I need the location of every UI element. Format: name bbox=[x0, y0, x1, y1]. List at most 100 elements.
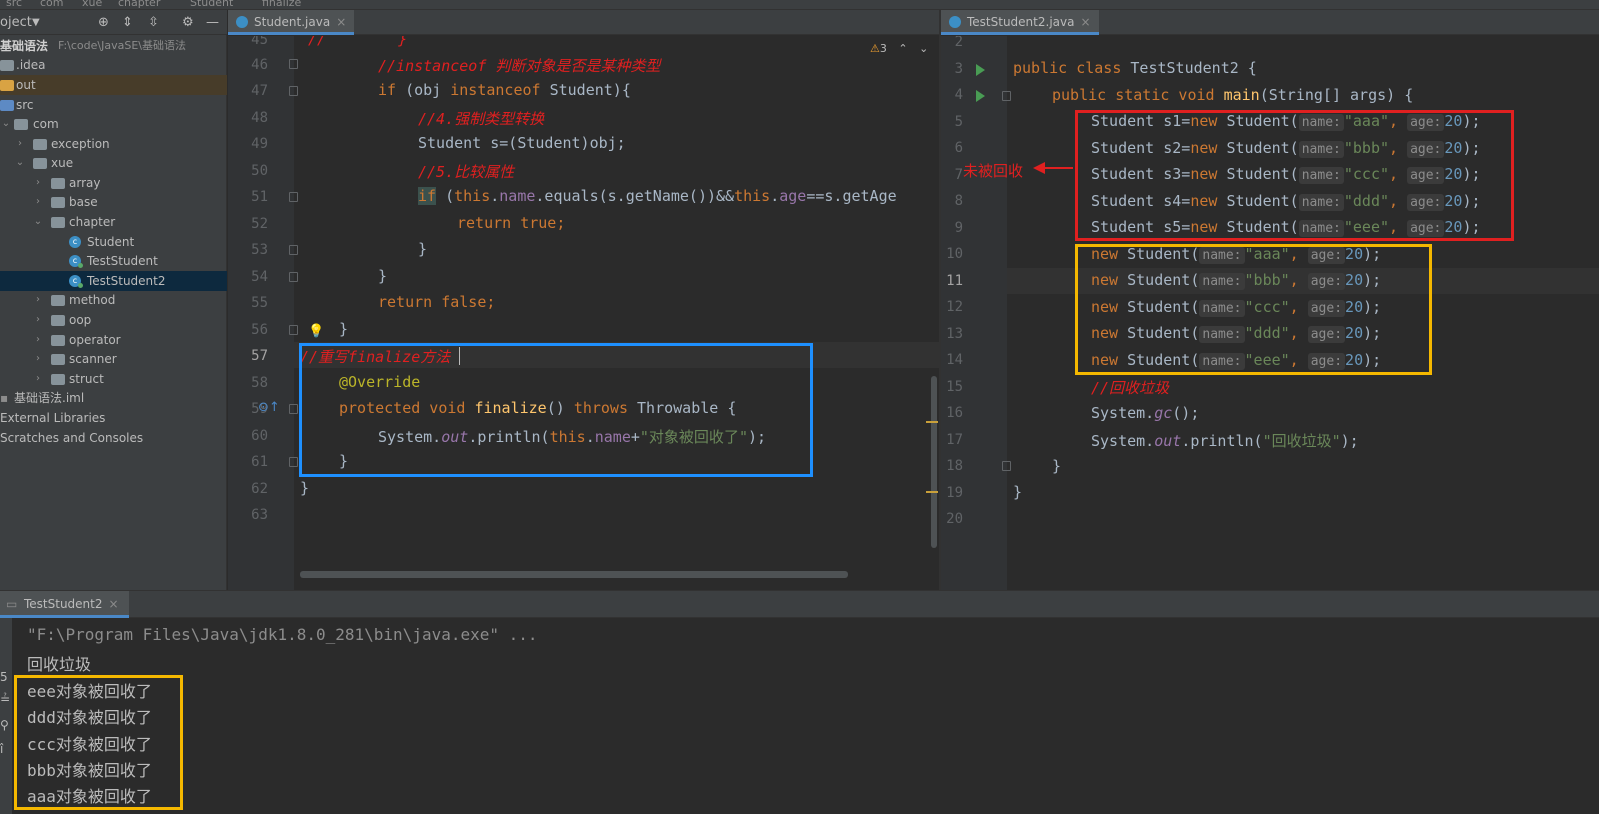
chevron-down-icon[interactable]: ⌄ bbox=[14, 153, 26, 173]
tree-item-array[interactable]: › array bbox=[0, 173, 227, 193]
fold-icon[interactable] bbox=[289, 86, 298, 96]
tree-item-external-libraries[interactable]: External Libraries bbox=[0, 408, 227, 428]
run-config-icon: ▭ bbox=[6, 597, 18, 611]
expand-all-icon[interactable]: ⇕ bbox=[122, 15, 133, 30]
rerun-icon[interactable]: 5 bbox=[0, 670, 8, 684]
tree-item-exception[interactable]: › exception bbox=[0, 134, 227, 154]
folder-icon bbox=[0, 80, 14, 91]
breadcrumb-finalize[interactable]: finalize bbox=[262, 0, 301, 9]
close-icon[interactable]: × bbox=[109, 597, 119, 611]
chevron-up-icon[interactable]: ⌃ bbox=[898, 42, 907, 55]
code-line-anon-1: new Student(name: "aaa", age: 20); bbox=[1091, 245, 1382, 264]
code-line-s2: Student s2=new Student(name: "bbb", age: 2… bbox=[1091, 139, 1481, 158]
locate-icon[interactable]: ⊕ bbox=[98, 15, 109, 30]
folder-icon bbox=[33, 139, 47, 150]
hide-icon[interactable]: — bbox=[206, 15, 219, 30]
tree-item-oop[interactable]: › oop bbox=[0, 310, 227, 330]
fold-icon[interactable] bbox=[289, 325, 298, 335]
tree-item-out[interactable]: out bbox=[0, 75, 227, 95]
chevron-down-icon[interactable]: ▼ bbox=[32, 17, 40, 28]
warning-icon: ⚠ bbox=[870, 42, 880, 55]
run-class-icon[interactable] bbox=[976, 64, 985, 76]
tree-item-scanner[interactable]: › scanner bbox=[0, 349, 227, 369]
collapse-all-icon[interactable]: ⇳ bbox=[148, 15, 159, 30]
chevron-right-icon[interactable]: › bbox=[32, 290, 44, 310]
chevron-right-icon[interactable]: › bbox=[32, 349, 44, 369]
fold-icon[interactable] bbox=[289, 192, 298, 202]
tree-item-idea[interactable]: .idea bbox=[0, 55, 227, 75]
tree-root[interactable]: 基础语法 F:\code\JavaSE\基础语法 bbox=[0, 36, 227, 56]
tree-item-chapter[interactable]: ⌄ chapter bbox=[0, 212, 227, 232]
tree-item-base[interactable]: › base bbox=[0, 192, 227, 212]
breadcrumb-chapter[interactable]: chapter bbox=[118, 0, 160, 9]
override-marker-icon[interactable]: ⊙↑ bbox=[258, 400, 280, 415]
right-editor[interactable]: 2 3 4 5 6 7 8 9 10 11 12 13 14 15 16 17 … bbox=[941, 36, 1599, 590]
folder-icon bbox=[51, 197, 65, 208]
tree-item-struct[interactable]: › struct bbox=[0, 369, 227, 389]
fold-icon[interactable] bbox=[289, 245, 298, 255]
output-command-line: "F:\Program Files\Java\jdk1.8.0_281\bin\… bbox=[27, 625, 538, 644]
chevron-right-icon[interactable]: › bbox=[32, 192, 44, 212]
gear-icon[interactable]: ⚙ bbox=[182, 15, 194, 30]
left-editor[interactable]: 45 46 47 48 49 50 51 52 53 54 55 56 57 5… bbox=[228, 36, 939, 590]
annotation-arrow-icon bbox=[1033, 162, 1073, 174]
tab-teststudent2-java[interactable]: TestStudent2.java × bbox=[941, 10, 1099, 35]
breadcrumb-xue[interactable]: xue bbox=[82, 0, 102, 9]
folder-icon bbox=[51, 374, 65, 385]
chevron-down-icon[interactable]: ⌄ bbox=[0, 114, 12, 134]
tree-item-teststudent[interactable]: c TestStudent bbox=[0, 251, 227, 271]
fold-icon[interactable] bbox=[1002, 91, 1011, 101]
tree-item-iml[interactable]: ▪ 基础语法.iml bbox=[0, 388, 227, 408]
runnable-class-icon: c bbox=[69, 275, 83, 288]
chevron-right-icon[interactable]: › bbox=[32, 310, 44, 330]
folder-icon bbox=[14, 119, 28, 130]
chevron-down-icon[interactable]: ⌄ bbox=[32, 212, 44, 232]
tree-item-scratches[interactable]: Scratches and Consoles bbox=[0, 428, 227, 448]
code-line-s3: Student s3=new Student(name: "ccc", age: 2… bbox=[1091, 165, 1481, 184]
folder-icon bbox=[0, 100, 14, 111]
run-main-icon[interactable] bbox=[976, 90, 985, 102]
lightbulb-icon[interactable]: 💡 bbox=[308, 324, 324, 339]
tab-student-java[interactable]: Student.java × bbox=[228, 10, 355, 35]
tree-item-teststudent2[interactable]: c TestStudent2 bbox=[0, 271, 227, 291]
scroll-mark bbox=[926, 491, 938, 493]
warnings-indicator[interactable]: ⚠3 ⌃ ⌄ bbox=[870, 42, 928, 55]
tree-item-com[interactable]: ⌄ com bbox=[0, 114, 227, 134]
tree-item-xue[interactable]: ⌄ xue bbox=[0, 153, 227, 173]
vertical-scrollbar[interactable] bbox=[931, 376, 937, 548]
code-line-anon-2: new Student(name: "bbb", age: 20); bbox=[1091, 271, 1382, 290]
close-icon[interactable]: × bbox=[1080, 15, 1090, 29]
breadcrumb-student[interactable]: Student bbox=[190, 0, 233, 9]
fold-icon[interactable] bbox=[1002, 461, 1011, 471]
chevron-down-icon[interactable]: ⌄ bbox=[919, 42, 928, 55]
tree-item-operator[interactable]: › operator bbox=[0, 330, 227, 350]
chevron-right-icon[interactable]: › bbox=[32, 330, 44, 350]
horizontal-scrollbar[interactable] bbox=[300, 571, 848, 578]
fold-icon[interactable] bbox=[289, 272, 298, 282]
output-line: aaa对象被回收了 bbox=[27, 787, 152, 806]
pin-icon[interactable]: ⚲ bbox=[0, 718, 9, 732]
scroll-end-icon[interactable]: ≟ bbox=[0, 692, 10, 706]
folder-icon bbox=[51, 217, 65, 228]
code-line-s4: Student s4=new Student(name: "ddd", age: 2… bbox=[1091, 192, 1481, 211]
class-icon bbox=[949, 16, 961, 28]
chevron-right-icon[interactable]: › bbox=[32, 173, 44, 193]
module-file-icon: ▪ bbox=[0, 391, 9, 405]
tree-item-student[interactable]: c Student bbox=[0, 232, 227, 252]
tree-item-method[interactable]: › method bbox=[0, 290, 227, 310]
code-line-s1: Student s1=new Student(name: "aaa", age: 2… bbox=[1091, 112, 1481, 131]
breadcrumb-src[interactable]: src bbox=[6, 0, 22, 9]
fold-icon[interactable] bbox=[289, 457, 298, 467]
text-caret bbox=[459, 347, 460, 365]
fold-icon[interactable] bbox=[289, 59, 298, 69]
breadcrumb-com[interactable]: com bbox=[40, 0, 64, 9]
tree-item-src[interactable]: src bbox=[0, 95, 227, 115]
tab-run-teststudent2[interactable]: ▭ TestStudent2 × bbox=[0, 591, 129, 618]
chevron-right-icon[interactable]: › bbox=[14, 134, 26, 154]
fold-icon[interactable] bbox=[289, 404, 298, 414]
close-icon[interactable]: × bbox=[336, 15, 346, 29]
project-toolbar: oject ▼ ⊕ ⇕ ⇳ ⚙ — bbox=[0, 10, 227, 35]
chevron-right-icon[interactable]: › bbox=[32, 369, 44, 389]
project-view-selector[interactable]: oject bbox=[0, 15, 32, 30]
delete-icon[interactable]: î bbox=[0, 742, 3, 756]
